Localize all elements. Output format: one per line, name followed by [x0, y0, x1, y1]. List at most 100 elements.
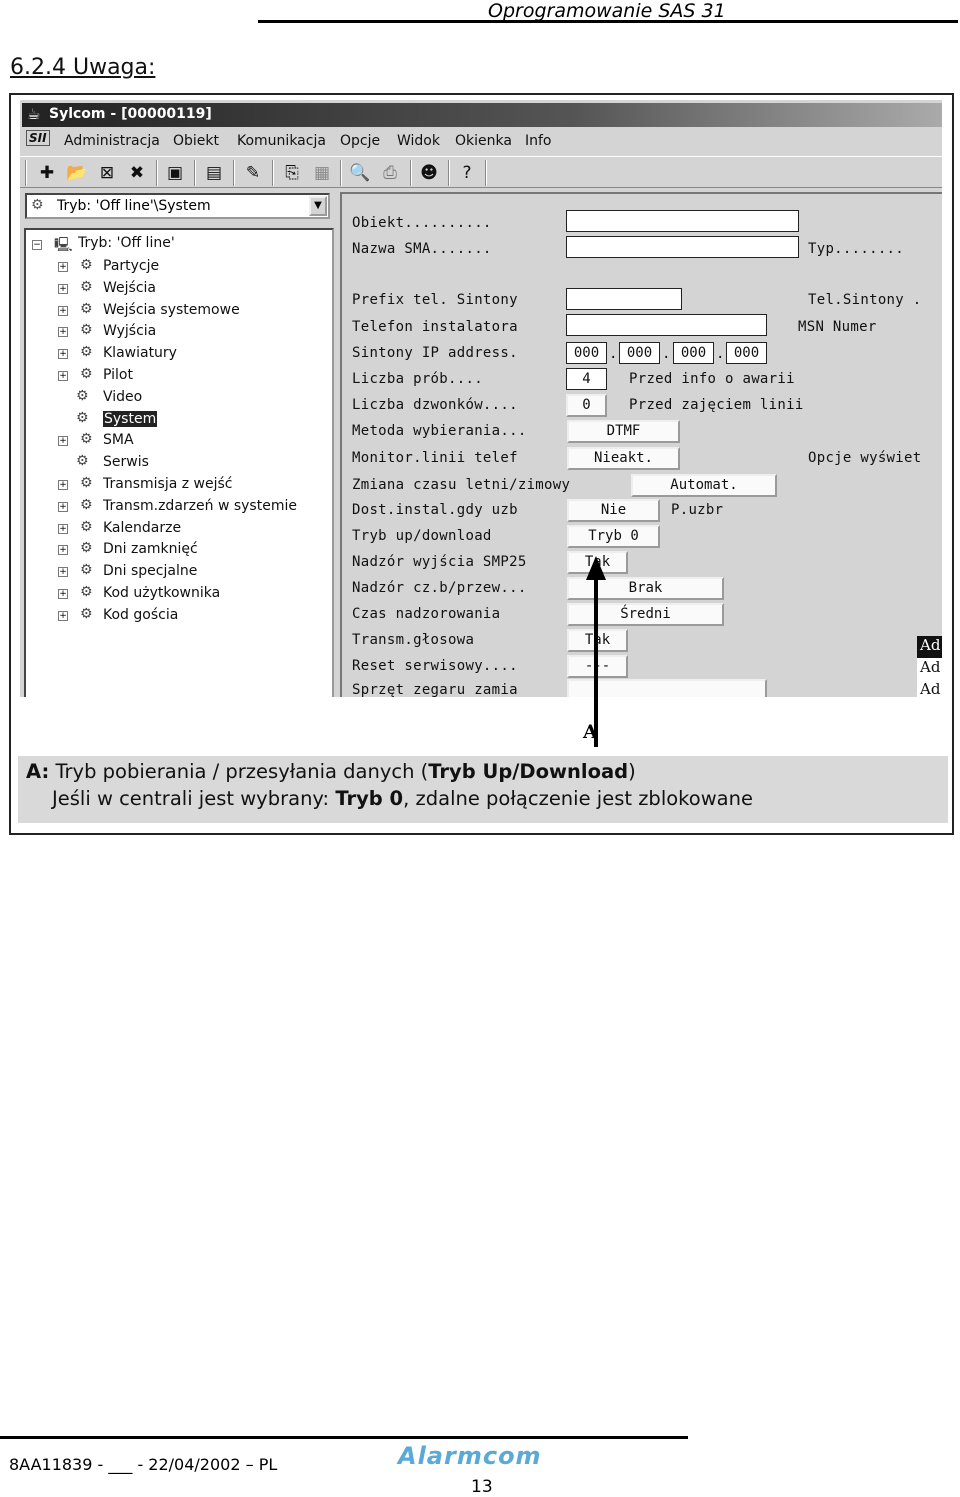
- ip-dot: .: [716, 346, 725, 362]
- menu-komunikacja[interactable]: Komunikacja: [237, 133, 326, 149]
- tree-item[interactable]: Klawiatury: [103, 345, 177, 361]
- chevron-down-icon[interactable]: ▼: [309, 196, 327, 216]
- gears-icon: ⚙: [80, 322, 93, 339]
- expand-toggle[interactable]: +: [58, 305, 68, 316]
- tree-item[interactable]: Wejścia systemowe: [103, 302, 240, 318]
- expand-toggle[interactable]: +: [58, 349, 68, 360]
- section-heading: 6.2.4 Uwaga:: [10, 55, 156, 80]
- tree-item[interactable]: Video: [103, 389, 142, 405]
- liczba-dzwonkow-button[interactable]: 0: [566, 394, 607, 417]
- zmiana-czasu-button[interactable]: Automat.: [631, 474, 777, 497]
- metoda-button[interactable]: DTMF: [567, 420, 680, 443]
- gears-icon: ⚙: [80, 605, 93, 622]
- form-label: Prefix tel. Sintony: [352, 292, 518, 308]
- tree-item[interactable]: Kalendarze: [103, 520, 181, 536]
- expand-toggle[interactable]: +: [58, 480, 68, 490]
- liczba-prob-input[interactable]: 4: [566, 368, 607, 390]
- prefix-input[interactable]: [566, 288, 682, 310]
- disconnect-icon[interactable]: ⊠: [95, 161, 119, 185]
- expand-toggle[interactable]: +: [58, 523, 68, 534]
- form-label: Telefon instalatora: [352, 319, 518, 335]
- window-title: Sylcom - [00000119]: [49, 106, 212, 122]
- expand-toggle[interactable]: +: [58, 283, 68, 294]
- paste-icon[interactable]: ▦: [310, 161, 334, 185]
- dost-instal-button[interactable]: Nie: [567, 499, 660, 522]
- nadzor-czb-button[interactable]: Brak: [567, 577, 724, 600]
- nazwa-sma-input[interactable]: [566, 236, 799, 258]
- menu-opcje[interactable]: Opcje: [340, 133, 380, 149]
- menu-widok[interactable]: Widok: [397, 133, 440, 149]
- toolbar-separator: [485, 160, 487, 186]
- gears-icon: ⚙: [76, 453, 89, 470]
- form-label: Nadzór cz.b/przew...: [352, 580, 527, 596]
- tree-item[interactable]: Dni zamknięć: [103, 541, 198, 557]
- open-folder-icon[interactable]: 📂: [65, 161, 89, 185]
- tree-item[interactable]: Partycje: [103, 258, 159, 274]
- monitor-button[interactable]: Nieakt.: [567, 447, 680, 470]
- user-icon[interactable]: ☻: [417, 161, 441, 185]
- gears-icon: ⚙: [80, 584, 93, 600]
- tree-root[interactable]: Tryb: 'Off line': [78, 235, 175, 251]
- list-item[interactable]: Ad: [917, 636, 942, 658]
- expand-toggle[interactable]: +: [58, 610, 68, 621]
- expand-toggle[interactable]: +: [58, 501, 68, 512]
- czas-nadzor-button[interactable]: Średni: [567, 603, 724, 626]
- form-side-label: P.uzbr: [671, 502, 724, 518]
- caption-line-1: A: Tryb pobierania / przesyłania danych …: [26, 758, 948, 785]
- form-side-label: Przed info o awarii: [629, 371, 795, 387]
- expand-toggle[interactable]: +: [58, 436, 68, 447]
- ip-octet-input[interactable]: 000: [566, 342, 607, 364]
- print-preview-icon[interactable]: 🔍: [348, 161, 372, 185]
- ip-octet-input[interactable]: 000: [673, 342, 714, 364]
- tree-item[interactable]: Transm.zdarzeń w systemie: [103, 498, 297, 514]
- window-titlebar: ☕ Sylcom - [00000119]: [22, 103, 942, 127]
- menu-okienka[interactable]: Okienka: [455, 133, 512, 149]
- menu-obiekt[interactable]: Obiekt: [173, 133, 219, 149]
- copy-icon[interactable]: ⎘: [280, 161, 304, 185]
- expand-toggle[interactable]: +: [58, 589, 68, 599]
- tree-item[interactable]: System: [103, 410, 158, 427]
- obiekt-input[interactable]: [566, 210, 799, 232]
- tree-item[interactable]: Pilot: [103, 367, 133, 383]
- expand-toggle[interactable]: +: [58, 567, 68, 578]
- menu-info[interactable]: Info: [525, 133, 552, 149]
- expand-toggle[interactable]: +: [58, 262, 68, 272]
- tree-item[interactable]: Kod użytkownika: [103, 585, 220, 601]
- toolbar-separator: [156, 160, 158, 186]
- add-icon[interactable]: ✚: [35, 161, 59, 185]
- edit-icon[interactable]: ✎: [241, 161, 265, 185]
- form-label: Tryb up/download: [352, 528, 492, 544]
- delete-icon[interactable]: ✖: [125, 161, 149, 185]
- telefon-input[interactable]: [566, 314, 767, 336]
- annotation-label: A: [583, 721, 598, 743]
- tree-item[interactable]: Wyjścia: [103, 323, 156, 339]
- toolbar-separator: [340, 160, 342, 186]
- toolbar-separator: [233, 160, 235, 186]
- tree-item[interactable]: Serwis: [103, 454, 149, 470]
- tree-item[interactable]: Dni specjalne: [103, 563, 197, 579]
- page-number: 13: [471, 1477, 493, 1497]
- collapse-toggle[interactable]: −: [32, 240, 42, 250]
- tree-item[interactable]: SMA: [103, 432, 134, 448]
- properties-icon[interactable]: ▤: [202, 161, 226, 185]
- print-icon[interactable]: ⎙: [378, 161, 402, 185]
- form-side-label: Typ........: [808, 241, 905, 257]
- expand-toggle[interactable]: +: [58, 371, 68, 381]
- expand-toggle[interactable]: +: [58, 327, 68, 338]
- tryb-updown-button[interactable]: Tryb 0: [567, 525, 660, 548]
- mode-combobox[interactable]: ⚙ Tryb: 'Off line'\System ▼: [25, 193, 330, 219]
- help-icon[interactable]: ?: [455, 161, 479, 185]
- expand-toggle[interactable]: +: [58, 545, 68, 556]
- ip-octet-input[interactable]: 000: [726, 342, 767, 364]
- menu-administracja[interactable]: Administracja: [64, 133, 160, 149]
- list-item[interactable]: Ad: [917, 658, 942, 680]
- save-icon[interactable]: ▣: [163, 161, 187, 185]
- caption-bold: Tryb Up/Download: [428, 760, 629, 783]
- tree-item[interactable]: Transmisja z wejść: [103, 476, 232, 492]
- ip-octet-input[interactable]: 000: [619, 342, 660, 364]
- gears-icon: ⚙: [80, 540, 93, 557]
- system-form: Obiekt.......... Nazwa SMA....... Prefix t…: [340, 192, 942, 697]
- tree-item[interactable]: Kod gościa: [103, 607, 178, 623]
- list-item[interactable]: Ad: [917, 680, 942, 697]
- tree-item[interactable]: Wejścia: [103, 280, 156, 296]
